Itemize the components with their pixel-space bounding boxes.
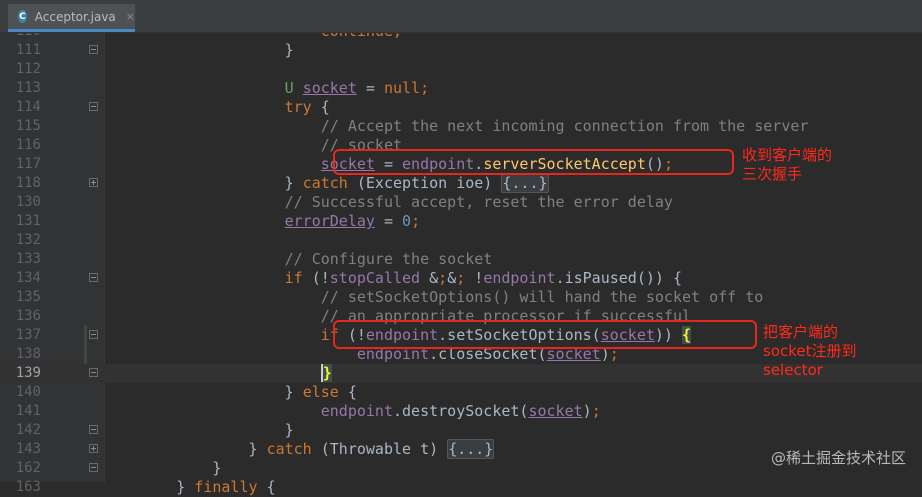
close-icon[interactable]: ×	[126, 10, 135, 23]
line-number: 130	[15, 194, 41, 210]
code-text: U socket = null;	[284, 79, 430, 97]
line-number: 112	[15, 61, 41, 77]
code-line[interactable]: 130 // Successful accept, reset the erro…	[0, 193, 922, 212]
line-number: 113	[15, 80, 41, 96]
annotation-accept: 收到客户端的 三次握手	[742, 146, 833, 183]
code-text: }	[104, 421, 294, 439]
code-text: } catch (Exception ioe) {...}	[104, 173, 549, 193]
line-number: 141	[15, 403, 41, 419]
highlight-box-register	[333, 320, 757, 349]
code-text: }	[320, 364, 332, 382]
line-number: 132	[15, 232, 41, 248]
line-number: 137	[15, 327, 41, 343]
line-number: 135	[15, 289, 41, 305]
code-line[interactable]: 163 } finally {	[0, 478, 922, 497]
code-text: if (!stopCalled &;&; !endpoint.isPaused(…	[284, 269, 682, 287]
fold-toggle-icon[interactable]	[89, 368, 98, 377]
code-text: }	[104, 459, 222, 477]
code-line[interactable]: 132	[0, 231, 922, 250]
line-number: 111	[15, 42, 41, 58]
line-number: 142	[15, 422, 41, 438]
code-text: endpoint.destroySocket(socket);	[320, 402, 601, 420]
code-line[interactable]: 133 // Configure the socket	[0, 250, 922, 269]
tab-acceptor-java[interactable]: C Acceptor.java ×	[8, 4, 135, 32]
code-text: } else {	[104, 383, 357, 401]
java-class-icon: C	[18, 10, 27, 23]
fold-toggle-icon[interactable]	[89, 273, 98, 282]
code-line[interactable]: 114 try {	[0, 98, 922, 117]
line-number: 139	[15, 365, 41, 381]
code-text: // Accept the next incoming connection f…	[320, 117, 809, 135]
fold-toggle-icon[interactable]	[89, 45, 98, 54]
code-text: } finally {	[104, 478, 276, 496]
code-text: // Successful accept, reset the error de…	[284, 193, 673, 211]
code-line[interactable]: 112	[0, 60, 922, 79]
annotation-register: 把客户端的 socket注册到 selector	[763, 323, 857, 379]
code-text: } catch (Throwable t) {...}	[104, 439, 495, 459]
line-number: 140	[15, 384, 41, 400]
fold-toggle-icon[interactable]	[89, 102, 98, 111]
line-number: 134	[15, 270, 41, 286]
line-number: 162	[15, 460, 41, 476]
fold-toggle-icon[interactable]	[89, 330, 98, 339]
line-number: 143	[15, 441, 41, 457]
line-number: 117	[15, 156, 41, 172]
code-line[interactable]: 115 // Accept the next incoming connecti…	[0, 117, 922, 136]
line-number: 116	[15, 137, 41, 153]
code-text: try {	[284, 98, 330, 116]
highlight-box-accept	[333, 149, 734, 175]
code-text: errorDelay = 0;	[284, 212, 421, 230]
code-line[interactable]: 134 if (!stopCalled &;&; !endpoint.isPau…	[0, 269, 922, 288]
code-text: // setSocketOptions() will hand the sock…	[320, 288, 764, 306]
fold-toggle-icon[interactable]	[89, 444, 98, 453]
code-text: // Configure the socket	[284, 250, 493, 268]
code-line[interactable]: 131 errorDelay = 0;	[0, 212, 922, 231]
code-line[interactable]: 113 U socket = null;	[0, 79, 922, 98]
code-line[interactable]: 111 }	[0, 41, 922, 60]
line-number: 138	[15, 346, 41, 362]
line-number: 115	[15, 118, 41, 134]
watermark: @稀土掘金技术社区	[770, 449, 906, 467]
code-line[interactable]: 140 } else {	[0, 383, 922, 402]
code-text: }	[104, 41, 294, 59]
line-number: 163	[15, 479, 41, 495]
editor-tab-bar: C Acceptor.java ×	[0, 0, 922, 33]
line-number: 133	[15, 251, 41, 267]
line-number: 118	[15, 175, 41, 191]
fold-toggle-icon[interactable]	[89, 425, 98, 434]
tab-label: Acceptor.java	[34, 9, 116, 24]
fold-toggle-icon[interactable]	[89, 178, 98, 187]
code-line[interactable]: 135 // setSocketOptions() will hand the …	[0, 288, 922, 307]
line-number: 131	[15, 213, 41, 229]
line-number: 136	[15, 308, 41, 324]
line-number: 114	[15, 99, 41, 115]
code-line[interactable]: 142 }	[0, 421, 922, 440]
code-line[interactable]: 141 endpoint.destroySocket(socket);	[0, 402, 922, 421]
fold-toggle-icon[interactable]	[89, 463, 98, 472]
